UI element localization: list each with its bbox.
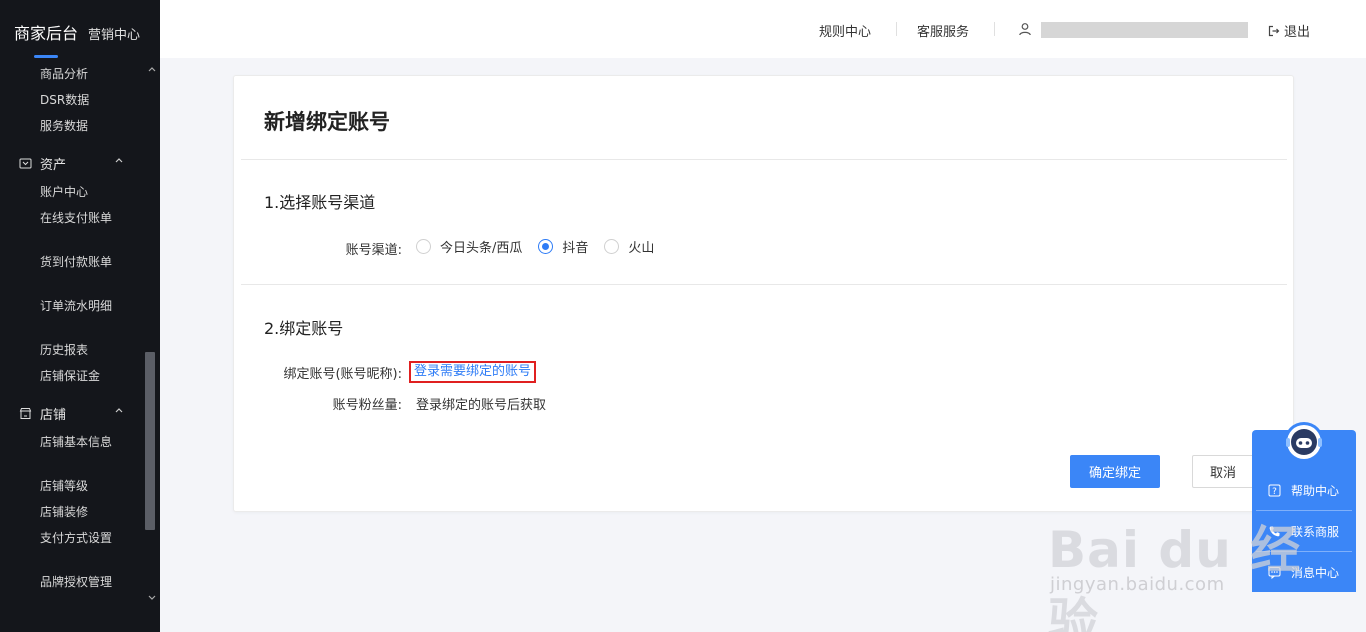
- sidebar-item-shop-level[interactable]: 店铺等级: [40, 477, 120, 495]
- user-icon[interactable]: [1018, 22, 1032, 36]
- sidebar-item-payment-settings[interactable]: 支付方式设置: [40, 529, 120, 547]
- header-divider: [994, 22, 995, 36]
- watermark-url: jingyan.baidu.com: [1050, 574, 1225, 595]
- header-divider: [896, 22, 897, 36]
- sidebar-scrollbar[interactable]: [145, 352, 155, 530]
- bind-account-card: 新增绑定账号 1.选择账号渠道 账号渠道: 今日头条/西瓜 抖音 火山 2.绑定…: [233, 75, 1294, 512]
- sidebar-item-dsr-data[interactable]: DSR数据: [40, 91, 120, 109]
- sidebar-item-shop-deposit[interactable]: 店铺保证金: [40, 367, 120, 385]
- sidebar-group-assets-label: 资产: [40, 158, 67, 173]
- page-title: 新增绑定账号: [264, 110, 390, 134]
- divider: [241, 284, 1287, 285]
- help-center-label: 帮助中心: [1291, 483, 1340, 498]
- brand-title[interactable]: 商家后台: [14, 20, 78, 44]
- logout-label: 退出: [1284, 25, 1311, 40]
- sidebar-item-service-data[interactable]: 服务数据: [40, 117, 120, 135]
- top-header: 规则中心 客服服务 退出: [160, 0, 1366, 58]
- message-center-label: 消息中心: [1291, 565, 1340, 580]
- sidebar-item-product-analysis[interactable]: 商品分析: [40, 65, 120, 83]
- logout-button[interactable]: 退出: [1268, 21, 1310, 40]
- sidebar-item-brand-authorization[interactable]: 品牌授权管理: [40, 573, 120, 591]
- message-center-button[interactable]: 消息中心: [1252, 552, 1356, 592]
- bind-account-label: 绑定账号(账号昵称):: [283, 367, 402, 382]
- svg-text:?: ?: [1272, 487, 1277, 497]
- section-choose-channel: 1.选择账号渠道: [264, 193, 376, 212]
- robot-assistant-icon[interactable]: [1282, 420, 1326, 464]
- sidebar-item-account-center[interactable]: 账户中心: [40, 183, 120, 201]
- brand-marketing-center[interactable]: 营销中心: [88, 24, 140, 43]
- brand: 商家后台 营销中心: [14, 20, 140, 44]
- floating-help-panel: ? 帮助中心 联系商服 消息中心: [1252, 422, 1356, 592]
- chevron-up-icon[interactable]: [114, 405, 124, 415]
- radio-toutiao-xigua[interactable]: 今日头条/西瓜: [416, 237, 522, 256]
- channel-label: 账号渠道:: [345, 243, 402, 258]
- shop-icon: [18, 407, 32, 421]
- fans-count-label: 账号粉丝量:: [332, 398, 402, 413]
- contact-service-button[interactable]: 联系商服: [1252, 511, 1356, 551]
- contact-service-label: 联系商服: [1291, 524, 1340, 539]
- section-bind-account: 2.绑定账号: [264, 319, 344, 338]
- sidebar-item-shop-decoration[interactable]: 店铺装修: [40, 503, 120, 521]
- sidebar: 商家后台 营销中心 商品分析 DSR数据 服务数据 资产 账户中心 在线支付账单…: [0, 0, 160, 632]
- radio-label: 今日头条/西瓜: [440, 241, 523, 256]
- radio-label: 抖音: [562, 241, 589, 256]
- login-account-link[interactable]: 登录需要绑定的账号: [409, 361, 537, 383]
- chevron-up-icon[interactable]: [147, 64, 157, 74]
- chevron-up-icon[interactable]: [114, 155, 124, 165]
- logout-icon: [1268, 25, 1280, 36]
- radio-huoshan[interactable]: 火山: [604, 237, 654, 256]
- sidebar-item-history-report[interactable]: 历史报表: [40, 341, 120, 359]
- channel-radio-group: 今日头条/西瓜 抖音 火山: [416, 237, 670, 256]
- cancel-button[interactable]: 取消: [1192, 455, 1254, 488]
- chevron-down-icon[interactable]: [147, 593, 157, 603]
- sidebar-group-shop-label: 店铺: [40, 408, 67, 423]
- help-icon: ?: [1268, 484, 1281, 497]
- fans-count-value: 登录绑定的账号后获取: [416, 398, 547, 413]
- radio-circle[interactable]: [416, 239, 431, 254]
- message-icon: [1268, 566, 1281, 579]
- radio-label: 火山: [628, 241, 655, 256]
- customer-service-link[interactable]: 客服服务: [917, 21, 969, 40]
- phone-icon: [1268, 525, 1281, 538]
- sidebar-item-cod-bill[interactable]: 货到付款账单: [40, 253, 120, 271]
- confirm-bind-button[interactable]: 确定绑定: [1070, 455, 1160, 488]
- username-redacted: [1041, 22, 1248, 38]
- sidebar-item-order-flow[interactable]: 订单流水明细: [40, 297, 120, 315]
- radio-circle-selected[interactable]: [538, 239, 554, 254]
- radio-douyin[interactable]: 抖音: [538, 237, 588, 256]
- sidebar-item-shop-basic-info[interactable]: 店铺基本信息: [40, 433, 120, 451]
- radio-circle[interactable]: [604, 239, 620, 254]
- help-center-button[interactable]: ? 帮助中心: [1252, 470, 1356, 510]
- divider: [241, 159, 1287, 160]
- sidebar-item-online-payment-bill[interactable]: 在线支付账单: [40, 209, 120, 227]
- rules-center-link[interactable]: 规则中心: [819, 21, 871, 40]
- wallet-icon: [18, 157, 32, 171]
- brand-active-indicator: [34, 55, 58, 58]
